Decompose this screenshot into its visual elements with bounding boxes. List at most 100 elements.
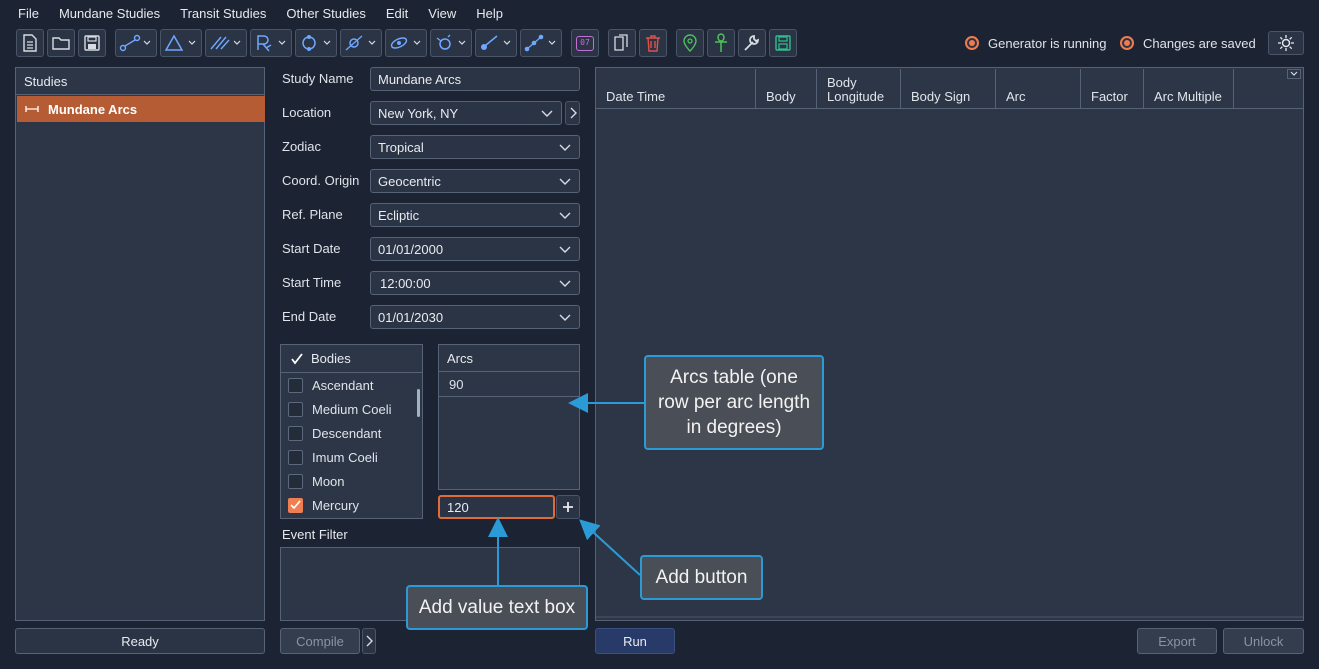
chevron-down-icon bbox=[1290, 71, 1298, 76]
retrograde-icon bbox=[257, 35, 286, 52]
comet-icon bbox=[481, 35, 511, 50]
column-chooser-button[interactable] bbox=[1287, 69, 1301, 79]
save-as-button[interactable] bbox=[769, 29, 797, 57]
calendar-button[interactable]: 07 bbox=[571, 29, 599, 57]
zodiac-select[interactable]: Tropical bbox=[370, 135, 580, 159]
location-button[interactable] bbox=[676, 29, 704, 57]
body-label: Descendant bbox=[312, 425, 382, 441]
folder-icon bbox=[52, 37, 70, 50]
location-select[interactable]: New York, NY bbox=[370, 101, 562, 125]
body-checkbox[interactable] bbox=[288, 449, 303, 465]
menu-help[interactable]: Help bbox=[466, 0, 513, 28]
study-item-mundane-arcs[interactable]: Mundane Arcs bbox=[17, 96, 265, 122]
trash-icon bbox=[646, 35, 660, 52]
body-checkbox[interactable] bbox=[288, 401, 303, 417]
planet-dropdown-button[interactable] bbox=[430, 29, 472, 57]
arc-range-icon bbox=[25, 106, 39, 112]
calendar-icon: 07 bbox=[576, 35, 594, 51]
bodies-scrollbar[interactable] bbox=[417, 389, 420, 417]
eclipse-dropdown-button[interactable] bbox=[340, 29, 382, 57]
column-body[interactable]: Body bbox=[756, 69, 817, 109]
bodies-list: Bodies Ascendant Medium Coeli Descendant… bbox=[280, 344, 423, 519]
column-body-sign[interactable]: Body Sign bbox=[901, 69, 996, 109]
list-item[interactable]: Descendant bbox=[281, 421, 422, 445]
callout-arcs-table: Arcs table (one row per arc length in de… bbox=[644, 355, 824, 450]
chevron-down-icon bbox=[541, 110, 553, 117]
chevron-right-icon bbox=[570, 107, 577, 119]
add-arc-button[interactable] bbox=[556, 495, 580, 519]
column-factor[interactable]: Factor bbox=[1081, 69, 1144, 109]
planet-icon bbox=[436, 34, 466, 50]
coord-origin-select[interactable]: Geocentric bbox=[370, 169, 580, 193]
chevron-down-icon bbox=[559, 280, 571, 287]
list-item[interactable]: Medium Coeli bbox=[281, 397, 422, 421]
chevron-down-icon bbox=[559, 212, 571, 219]
new-file-button[interactable] bbox=[16, 29, 44, 57]
copy-button[interactable] bbox=[608, 29, 636, 57]
ankh-button[interactable] bbox=[707, 29, 735, 57]
status-ready: Ready bbox=[15, 628, 265, 654]
menu-edit[interactable]: Edit bbox=[376, 0, 418, 28]
menu-mundane-studies[interactable]: Mundane Studies bbox=[49, 0, 170, 28]
body-label: Ascendant bbox=[312, 377, 374, 393]
end-date-picker[interactable]: 01/01/2030 bbox=[370, 305, 580, 329]
location-value: New York, NY bbox=[378, 105, 459, 121]
orbit-dropdown-button[interactable] bbox=[385, 29, 427, 57]
saved-status: Changes are saved bbox=[1120, 33, 1256, 53]
wrench-icon bbox=[744, 35, 759, 51]
check-icon bbox=[290, 500, 301, 510]
eclipse-icon bbox=[345, 35, 376, 51]
unlock-button[interactable]: Unlock bbox=[1223, 628, 1304, 654]
midpoint-icon bbox=[524, 34, 556, 52]
parallel-dropdown-button[interactable] bbox=[205, 29, 247, 57]
midpoint-dropdown-button[interactable] bbox=[520, 29, 562, 57]
saved-status-text: Changes are saved bbox=[1143, 35, 1256, 51]
menu-transit-studies[interactable]: Transit Studies bbox=[170, 0, 276, 28]
compile-button[interactable]: Compile bbox=[280, 628, 360, 654]
menu-other-studies[interactable]: Other Studies bbox=[276, 0, 376, 28]
column-arc[interactable]: Arc bbox=[996, 69, 1081, 109]
open-folder-button[interactable] bbox=[47, 29, 75, 57]
delete-button[interactable] bbox=[639, 29, 667, 57]
body-checkbox[interactable] bbox=[288, 377, 303, 393]
aspect-line-icon bbox=[119, 34, 151, 52]
start-date-picker[interactable]: 01/01/2000 bbox=[370, 237, 580, 261]
menu-file[interactable]: File bbox=[8, 0, 49, 28]
list-item[interactable]: Mercury bbox=[281, 493, 422, 517]
body-label: Imum Coeli bbox=[312, 449, 378, 465]
table-row[interactable]: 90 bbox=[439, 372, 579, 397]
theme-toggle-button[interactable] bbox=[1268, 31, 1304, 55]
menu-view[interactable]: View bbox=[418, 0, 466, 28]
run-button[interactable]: Run bbox=[595, 628, 675, 654]
save-icon bbox=[84, 35, 100, 51]
column-arc-multiple[interactable]: Arc Multiple bbox=[1144, 69, 1234, 109]
study-name-value: Mundane Arcs bbox=[378, 71, 462, 87]
comet-dropdown-button[interactable] bbox=[475, 29, 517, 57]
cycle-dropdown-button[interactable] bbox=[295, 29, 337, 57]
ref-plane-select[interactable]: Ecliptic bbox=[370, 203, 580, 227]
retrograde-dropdown-button[interactable] bbox=[250, 29, 292, 57]
save-button[interactable] bbox=[78, 29, 106, 57]
column-date-time[interactable]: Date Time bbox=[596, 69, 756, 109]
location-more-button[interactable] bbox=[565, 101, 580, 125]
compile-more-button[interactable] bbox=[362, 628, 376, 654]
list-item[interactable]: Ascendant bbox=[281, 373, 422, 397]
export-button[interactable]: Export bbox=[1137, 628, 1217, 654]
start-time-picker[interactable]: 12:00:00 bbox=[370, 271, 580, 295]
add-value-input[interactable]: 120 bbox=[438, 495, 555, 519]
aspect-dropdown-button[interactable] bbox=[115, 29, 157, 57]
sun-icon bbox=[1278, 35, 1294, 51]
column-body-longitude[interactable]: Body Longitude bbox=[817, 69, 901, 109]
bodies-header[interactable]: Bodies bbox=[281, 345, 422, 373]
list-item[interactable]: Imum Coeli bbox=[281, 445, 422, 469]
list-item[interactable]: Moon bbox=[281, 469, 422, 493]
settings-button[interactable] bbox=[738, 29, 766, 57]
horizontal-scrollbar[interactable] bbox=[596, 616, 1303, 618]
copy-icon bbox=[614, 34, 628, 51]
study-name-input[interactable]: Mundane Arcs bbox=[370, 67, 580, 91]
plus-icon bbox=[563, 502, 573, 512]
body-checkbox[interactable] bbox=[288, 425, 303, 441]
body-checkbox[interactable] bbox=[288, 473, 303, 489]
triangle-dropdown-button[interactable] bbox=[160, 29, 202, 57]
body-checkbox-checked[interactable] bbox=[288, 497, 303, 513]
